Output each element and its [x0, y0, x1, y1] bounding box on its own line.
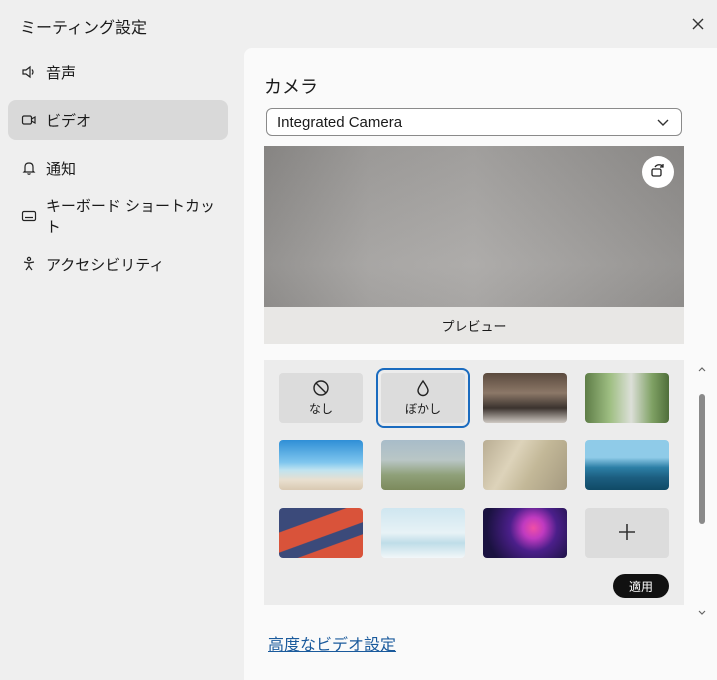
background-blurred-landscape[interactable] — [381, 440, 465, 490]
speaker-icon — [20, 63, 38, 81]
chevron-down-icon — [655, 114, 671, 135]
background-pastel-room[interactable] — [381, 508, 465, 558]
background-forest-room[interactable] — [585, 373, 669, 423]
background-gallery: なし ぼかし 適用 — [264, 360, 684, 605]
sidebar-item-label: キーボード ショートカット — [45, 198, 215, 236]
background-living-room[interactable] — [483, 373, 567, 423]
rotate-camera-button[interactable] — [642, 156, 674, 188]
close-icon[interactable] — [688, 14, 708, 34]
rotate-icon — [649, 161, 667, 184]
preview-label: プレビュー — [264, 307, 684, 344]
background-shadow-wall[interactable] — [483, 440, 567, 490]
camera-select-value: Integrated Camera — [277, 113, 403, 131]
camera-preview: プレビュー — [264, 146, 684, 344]
chevron-up-icon[interactable] — [696, 362, 708, 374]
keyboard-icon — [20, 207, 38, 225]
background-neon-sphere[interactable] — [483, 508, 567, 558]
background-none-label: なし — [308, 402, 333, 416]
camera-select[interactable]: Integrated Camera — [266, 108, 682, 136]
background-blur-button[interactable]: ぼかし — [376, 368, 470, 428]
background-abstract-stripes[interactable] — [279, 508, 363, 558]
accessibility-icon — [20, 255, 38, 273]
advanced-video-settings-link[interactable]: 高度なビデオ設定 — [268, 631, 396, 655]
sidebar-item-notifications[interactable]: 通知 — [8, 148, 228, 188]
camera-heading: カメラ — [264, 77, 318, 97]
sidebar-item-keyboard-shortcuts[interactable]: キーボード ショートカット — [8, 196, 228, 236]
video-camera-icon — [20, 111, 38, 129]
scrollbar-thumb[interactable] — [699, 394, 705, 524]
video-settings-panel: カメラ Integrated Camera プレビュー なし ぼかし 適用 高度… — [244, 48, 717, 680]
sidebar-item-label: 通知 — [46, 160, 77, 178]
bell-icon — [20, 159, 38, 177]
background-mountains[interactable] — [585, 440, 669, 490]
sidebar-item-label: 音声 — [46, 64, 77, 82]
gallery-scrollbar[interactable] — [696, 360, 708, 620]
chevron-down-icon[interactable] — [696, 606, 708, 618]
sidebar-item-label: アクセシビリティ — [46, 256, 165, 274]
background-beach[interactable] — [279, 440, 363, 490]
sidebar-item-label: ビデオ — [46, 112, 92, 130]
background-none-button[interactable]: なし — [279, 373, 363, 423]
title-bar: ミーティング設定 — [0, 0, 717, 46]
background-blur-label: ぼかし — [404, 402, 441, 416]
add-background-button[interactable] — [585, 508, 669, 558]
droplet-icon — [415, 379, 431, 400]
sidebar-item-accessibility[interactable]: アクセシビリティ — [8, 244, 228, 284]
plus-icon — [617, 522, 637, 545]
prohibited-icon — [312, 379, 330, 400]
apply-button[interactable]: 適用 — [613, 574, 669, 598]
sidebar-item-audio[interactable]: 音声 — [8, 52, 228, 92]
window-title: ミーティング設定 — [20, 20, 148, 37]
sidebar-item-video[interactable]: ビデオ — [8, 100, 228, 140]
